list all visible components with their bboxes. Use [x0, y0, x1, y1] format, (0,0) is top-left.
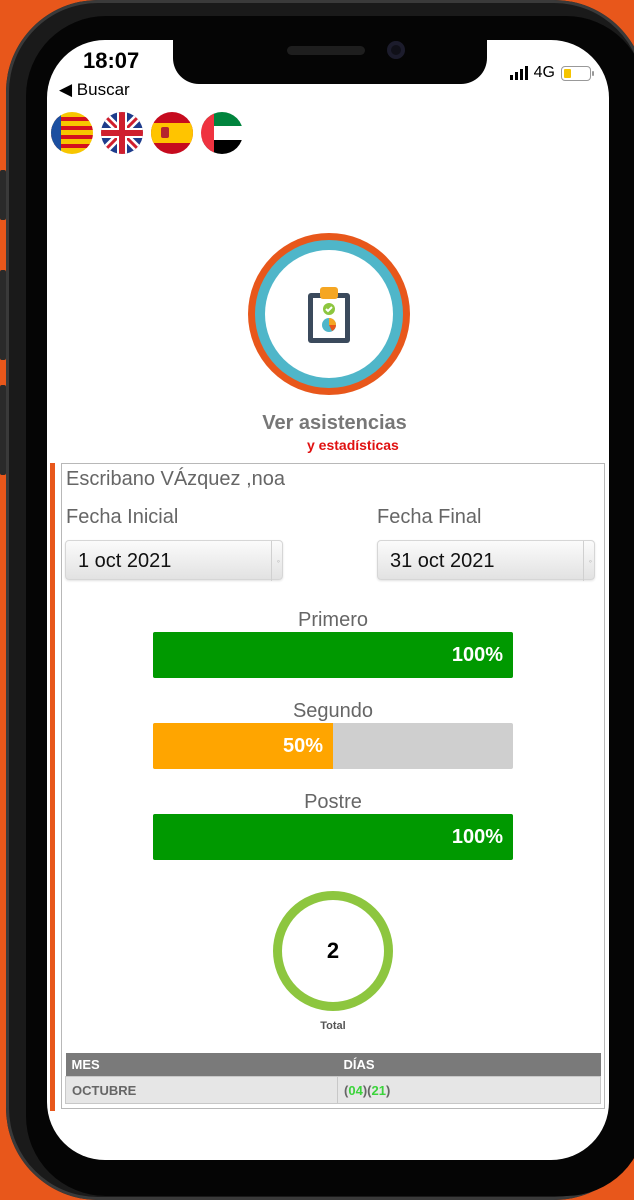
- phone-volume-down: [0, 385, 6, 475]
- spain-flag-icon[interactable]: [151, 112, 193, 154]
- column-header-month: MES: [65, 1053, 338, 1077]
- days-cell: (04)(21): [337, 1076, 601, 1104]
- status-time: 18:07: [83, 48, 140, 73]
- end-date-value: 31 oct 2021: [390, 550, 495, 572]
- start-date-value: 1 oct 2021: [78, 550, 172, 572]
- end-date-picker[interactable]: 31 oct 2021 ◦: [377, 540, 595, 581]
- day-number[interactable]: 04: [348, 1083, 362, 1098]
- clipboard-check-icon: [308, 287, 350, 343]
- speaker-grille: [287, 46, 365, 55]
- signal-icon: [509, 66, 528, 80]
- progress-fill: 100%: [153, 814, 513, 860]
- attendance-logo: [248, 233, 410, 395]
- progress-fill: 50%: [153, 723, 333, 769]
- phone-volume-up: [0, 270, 6, 360]
- progress-label-segundo: Segundo: [292, 700, 374, 722]
- language-selector: [51, 112, 243, 154]
- uae-flag-icon[interactable]: [201, 112, 243, 154]
- progress-label-postre: Postre: [304, 791, 362, 813]
- progress-fill: 100%: [153, 632, 513, 678]
- progress-bar-primero: 100%: [153, 632, 513, 678]
- front-camera: [387, 41, 405, 59]
- total-ring: 2: [273, 891, 393, 1011]
- valencian-flag-icon[interactable]: [51, 112, 93, 154]
- app-screen: 18:07 ◀ Buscar 4G Ver asistencias y esta…: [47, 40, 609, 1160]
- page-subtitle: y estadísticas: [307, 437, 399, 453]
- table-row[interactable]: OCTUBRE (04)(21): [65, 1076, 601, 1104]
- attendance-panel: Escribano VÁzquez ,noa Fecha Inicial Fec…: [61, 463, 605, 1109]
- uk-flag-icon[interactable]: [101, 112, 143, 154]
- monthly-days-table: MES DÍAS OCTUBRE (04)(21): [65, 1053, 601, 1104]
- page-title: Ver asistencias: [262, 412, 407, 434]
- progress-value: 100%: [451, 644, 503, 666]
- progress-bar-segundo: 50%: [153, 723, 513, 769]
- phone-mute-switch: [0, 170, 6, 220]
- chevron-icon: ◦: [588, 556, 592, 566]
- back-to-search-link[interactable]: ◀ Buscar: [59, 80, 130, 100]
- column-header-days: DÍAS: [337, 1053, 601, 1077]
- status-indicators: 4G: [509, 64, 594, 82]
- chevron-icon: ◦: [276, 556, 280, 566]
- progress-bar-postre: 100%: [153, 814, 513, 860]
- start-date-picker[interactable]: 1 oct 2021 ◦: [65, 540, 283, 581]
- battery-icon: [561, 65, 594, 81]
- progress-label-primero: Primero: [297, 609, 368, 631]
- progress-value: 100%: [451, 826, 503, 848]
- total-label: Total: [320, 1020, 346, 1032]
- start-date-label: Fecha Inicial: [66, 506, 179, 528]
- end-date-label: Fecha Final: [377, 506, 482, 528]
- phone-notch: [173, 40, 487, 84]
- progress-value: 50%: [282, 735, 323, 757]
- accent-bar: [50, 463, 55, 1111]
- network-type: 4G: [533, 64, 555, 81]
- total-value: 2: [326, 938, 340, 963]
- table-header-row: MES DÍAS: [65, 1053, 601, 1077]
- day-number[interactable]: 21: [371, 1083, 385, 1098]
- student-name: Escribano VÁzquez ,noa: [66, 468, 286, 490]
- month-cell: OCTUBRE: [65, 1076, 338, 1104]
